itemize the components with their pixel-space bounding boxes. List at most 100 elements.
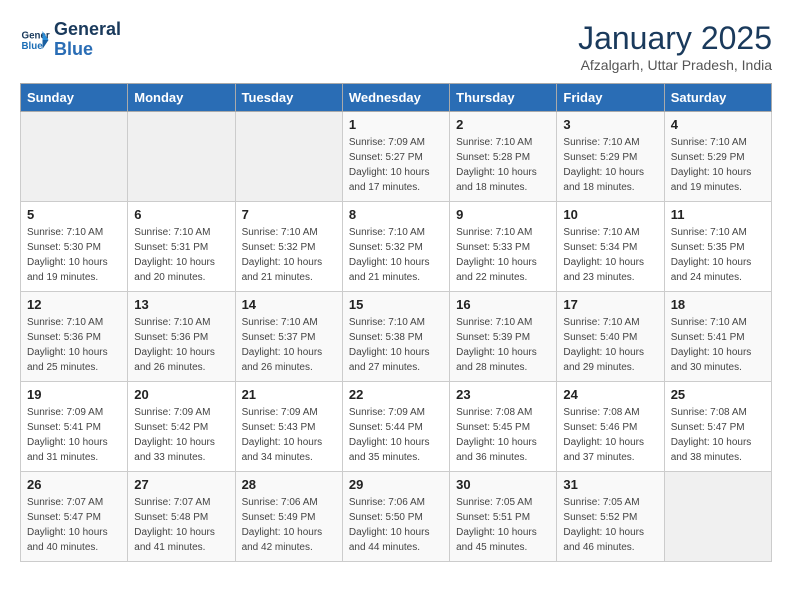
table-row (664, 472, 771, 562)
day-info: Sunrise: 7:10 AM Sunset: 5:38 PM Dayligh… (349, 315, 443, 375)
day-info: Sunrise: 7:10 AM Sunset: 5:28 PM Dayligh… (456, 135, 550, 195)
day-number: 8 (349, 207, 443, 222)
day-info: Sunrise: 7:05 AM Sunset: 5:52 PM Dayligh… (563, 495, 657, 555)
table-row: 30Sunrise: 7:05 AM Sunset: 5:51 PM Dayli… (450, 472, 557, 562)
table-row: 29Sunrise: 7:06 AM Sunset: 5:50 PM Dayli… (342, 472, 449, 562)
day-info: Sunrise: 7:08 AM Sunset: 5:45 PM Dayligh… (456, 405, 550, 465)
title-block: January 2025 Afzalgarh, Uttar Pradesh, I… (578, 20, 772, 73)
table-row: 6Sunrise: 7:10 AM Sunset: 5:31 PM Daylig… (128, 202, 235, 292)
table-row: 9Sunrise: 7:10 AM Sunset: 5:33 PM Daylig… (450, 202, 557, 292)
day-info: Sunrise: 7:08 AM Sunset: 5:46 PM Dayligh… (563, 405, 657, 465)
table-row: 26 Sunrise: 7:07 AM Sunset: 5:47 PM Dayli… (21, 472, 128, 562)
day-info: Sunrise: 7:10 AM Sunset: 5:29 PM Dayligh… (563, 135, 657, 195)
table-row (128, 112, 235, 202)
day-info: Sunrise: 7:10 AM Sunset: 5:30 PM Dayligh… (27, 225, 121, 285)
month-title: January 2025 (578, 20, 772, 57)
logo-text-line1: General (54, 20, 121, 40)
day-number: 20 (134, 387, 228, 402)
day-info: Sunrise: 7:10 AM Sunset: 5:32 PM Dayligh… (349, 225, 443, 285)
day-number: 18 (671, 297, 765, 312)
day-number: 15 (349, 297, 443, 312)
logo-icon: General Blue (20, 25, 50, 55)
day-number: 27 (134, 477, 228, 492)
table-row: 21 Sunrise: 7:09 AM Sunset: 5:43 PM Dayli… (235, 382, 342, 472)
table-row: 31 Sunrise: 7:05 AM Sunset: 5:52 PM Dayli… (557, 472, 664, 562)
day-info: Sunrise: 7:09 AM Sunset: 5:43 PM Dayligh… (242, 405, 336, 465)
day-info: Sunrise: 7:10 AM Sunset: 5:33 PM Dayligh… (456, 225, 550, 285)
table-row: 19Sunrise: 7:09 AM Sunset: 5:41 PM Dayli… (21, 382, 128, 472)
calendar-week-row: 19Sunrise: 7:09 AM Sunset: 5:41 PM Dayli… (21, 382, 772, 472)
day-info: Sunrise: 7:07 AM Sunset: 5:48 PM Dayligh… (134, 495, 228, 555)
day-number: 26 (27, 477, 121, 492)
table-row: 17 Sunrise: 7:10 AM Sunset: 5:40 PM Dayli… (557, 292, 664, 382)
day-info: Sunrise: 7:10 AM Sunset: 5:35 PM Dayligh… (671, 225, 765, 285)
col-thursday: Thursday (450, 84, 557, 112)
table-row: 14 Sunrise: 7:10 AM Sunset: 5:37 PM Dayli… (235, 292, 342, 382)
calendar-header-row: Sunday Monday Tuesday Wednesday Thursday… (21, 84, 772, 112)
day-info: Sunrise: 7:09 AM Sunset: 5:42 PM Dayligh… (134, 405, 228, 465)
day-info: Sunrise: 7:10 AM Sunset: 5:36 PM Dayligh… (27, 315, 121, 375)
calendar-week-row: 12 Sunrise: 7:10 AM Sunset: 5:36 PM Dayli… (21, 292, 772, 382)
day-number: 13 (134, 297, 228, 312)
table-row: 20 Sunrise: 7:09 AM Sunset: 5:42 PM Dayli… (128, 382, 235, 472)
day-info: Sunrise: 7:09 AM Sunset: 5:41 PM Dayligh… (27, 405, 121, 465)
day-info: Sunrise: 7:10 AM Sunset: 5:31 PM Dayligh… (134, 225, 228, 285)
day-number: 16 (456, 297, 550, 312)
col-saturday: Saturday (664, 84, 771, 112)
day-number: 17 (563, 297, 657, 312)
table-row: 27 Sunrise: 7:07 AM Sunset: 5:48 PM Dayli… (128, 472, 235, 562)
table-row: 16Sunrise: 7:10 AM Sunset: 5:39 PM Dayli… (450, 292, 557, 382)
col-wednesday: Wednesday (342, 84, 449, 112)
location-subtitle: Afzalgarh, Uttar Pradesh, India (578, 57, 772, 73)
day-number: 5 (27, 207, 121, 222)
day-info: Sunrise: 7:06 AM Sunset: 5:50 PM Dayligh… (349, 495, 443, 555)
col-tuesday: Tuesday (235, 84, 342, 112)
day-number: 24 (563, 387, 657, 402)
day-info: Sunrise: 7:07 AM Sunset: 5:47 PM Dayligh… (27, 495, 121, 555)
calendar-week-row: 5 Sunrise: 7:10 AM Sunset: 5:30 PM Daylig… (21, 202, 772, 292)
table-row (235, 112, 342, 202)
day-info: Sunrise: 7:10 AM Sunset: 5:40 PM Dayligh… (563, 315, 657, 375)
day-info: Sunrise: 7:10 AM Sunset: 5:41 PM Dayligh… (671, 315, 765, 375)
table-row: 24 Sunrise: 7:08 AM Sunset: 5:46 PM Dayli… (557, 382, 664, 472)
table-row: 2 Sunrise: 7:10 AM Sunset: 5:28 PM Daylig… (450, 112, 557, 202)
calendar-week-row: 26 Sunrise: 7:07 AM Sunset: 5:47 PM Dayli… (21, 472, 772, 562)
day-number: 25 (671, 387, 765, 402)
table-row: 10 Sunrise: 7:10 AM Sunset: 5:34 PM Dayli… (557, 202, 664, 292)
table-row: 28 Sunrise: 7:06 AM Sunset: 5:49 PM Dayli… (235, 472, 342, 562)
table-row: 7Sunrise: 7:10 AM Sunset: 5:32 PM Daylig… (235, 202, 342, 292)
svg-text:Blue: Blue (22, 41, 44, 52)
day-number: 31 (563, 477, 657, 492)
table-row: 8 Sunrise: 7:10 AM Sunset: 5:32 PM Daylig… (342, 202, 449, 292)
day-number: 10 (563, 207, 657, 222)
col-friday: Friday (557, 84, 664, 112)
table-row: 12 Sunrise: 7:10 AM Sunset: 5:36 PM Dayli… (21, 292, 128, 382)
table-row: 23 Sunrise: 7:08 AM Sunset: 5:45 PM Dayli… (450, 382, 557, 472)
day-info: Sunrise: 7:06 AM Sunset: 5:49 PM Dayligh… (242, 495, 336, 555)
table-row: 13Sunrise: 7:10 AM Sunset: 5:36 PM Dayli… (128, 292, 235, 382)
day-number: 12 (27, 297, 121, 312)
day-number: 2 (456, 117, 550, 132)
day-number: 7 (242, 207, 336, 222)
day-number: 4 (671, 117, 765, 132)
day-number: 14 (242, 297, 336, 312)
day-info: Sunrise: 7:09 AM Sunset: 5:44 PM Dayligh… (349, 405, 443, 465)
logo-text-line2: Blue (54, 40, 121, 60)
day-info: Sunrise: 7:08 AM Sunset: 5:47 PM Dayligh… (671, 405, 765, 465)
logo: General Blue General Blue (20, 20, 121, 60)
table-row: 25 Sunrise: 7:08 AM Sunset: 5:47 PM Dayli… (664, 382, 771, 472)
day-info: Sunrise: 7:10 AM Sunset: 5:34 PM Dayligh… (563, 225, 657, 285)
table-row: 1Sunrise: 7:09 AM Sunset: 5:27 PM Daylig… (342, 112, 449, 202)
day-number: 23 (456, 387, 550, 402)
page-header: General Blue General Blue January 2025 A… (20, 20, 772, 73)
day-number: 28 (242, 477, 336, 492)
day-number: 30 (456, 477, 550, 492)
day-number: 3 (563, 117, 657, 132)
calendar-week-row: 1Sunrise: 7:09 AM Sunset: 5:27 PM Daylig… (21, 112, 772, 202)
table-row: 15 Sunrise: 7:10 AM Sunset: 5:38 PM Dayli… (342, 292, 449, 382)
col-monday: Monday (128, 84, 235, 112)
day-number: 21 (242, 387, 336, 402)
day-number: 22 (349, 387, 443, 402)
day-info: Sunrise: 7:10 AM Sunset: 5:37 PM Dayligh… (242, 315, 336, 375)
table-row: 3 Sunrise: 7:10 AM Sunset: 5:29 PM Daylig… (557, 112, 664, 202)
